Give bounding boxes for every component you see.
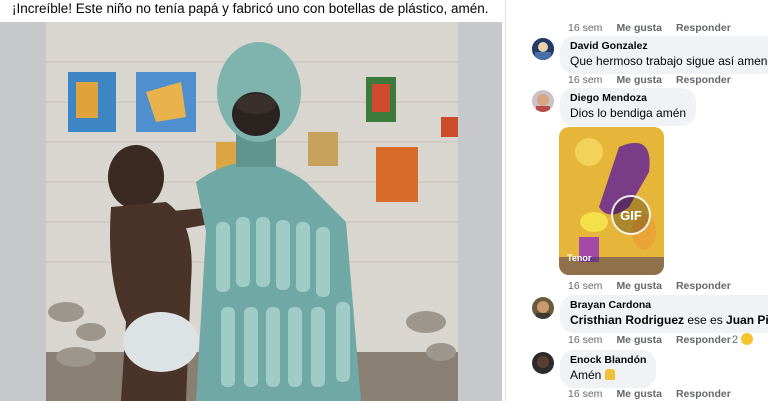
like-link[interactable]: Me gusta: [616, 388, 662, 400]
avatar-image: [532, 38, 554, 60]
comment-bubble: Brayan Cardona Cristhian Rodriguez ese e…: [560, 295, 768, 333]
comment-text-middle: ese es: [684, 313, 727, 327]
comment-actions: 16 sem Me gusta Responder: [568, 22, 745, 34]
comment-time[interactable]: 16 sem: [568, 334, 602, 346]
gif-badge: GIF: [611, 195, 651, 235]
avatar-image: [532, 352, 554, 374]
comment-actions: 16 sem Me gusta Responder: [568, 334, 745, 346]
comment-time[interactable]: 16 sem: [568, 280, 602, 292]
avatar[interactable]: [532, 352, 554, 374]
reply-link[interactable]: Responder: [676, 334, 731, 346]
mention-link[interactable]: Juan Pino: [726, 313, 768, 327]
comment-actions: 16 sem Me gusta Responder: [568, 388, 745, 400]
comment-actions: 16 sem Me gusta Responder: [568, 74, 745, 86]
avatar-image: [532, 297, 554, 319]
comment-bubble: Enock Blandón Amén: [560, 350, 657, 388]
comment-text: Que hermoso trabajo sigue así amen: [570, 54, 768, 68]
mention-link[interactable]: Cristhian Rodriguez: [570, 313, 684, 327]
avatar[interactable]: [532, 297, 554, 319]
reaction-summary[interactable]: 2: [732, 333, 754, 346]
comment-author[interactable]: David Gonzalez: [570, 40, 767, 53]
comment-time[interactable]: 16 sem: [568, 388, 602, 400]
like-link[interactable]: Me gusta: [616, 74, 662, 86]
avatar[interactable]: [532, 90, 554, 112]
post-caption: ¡Increíble! Este niño no tenía papá y fa…: [12, 1, 489, 16]
comment-time[interactable]: 16 sem: [568, 22, 602, 34]
comment-text: Amén: [570, 367, 646, 383]
comment-author[interactable]: Diego Mendoza: [570, 92, 686, 105]
facebook-post-viewer: ¡Increíble! Este niño no tenía papá y fa…: [0, 0, 768, 401]
post-panel: ¡Increíble! Este niño no tenía papá y fa…: [0, 0, 505, 401]
reply-link[interactable]: Responder: [676, 22, 731, 34]
praying-hands-icon: [604, 369, 615, 380]
comment-bubble: Diego Mendoza Dios lo bendiga amén: [560, 88, 697, 126]
comment-author[interactable]: Enock Blandón: [570, 354, 646, 367]
comments-panel: 16 sem Me gusta Responder David Gonzalez Q…: [506, 0, 768, 401]
reaction-count: 2: [732, 334, 739, 346]
like-link[interactable]: Me gusta: [616, 22, 662, 34]
laughing-emoji-icon: [741, 333, 754, 345]
comment-text: Dios lo bendiga amén: [570, 106, 687, 120]
avatar[interactable]: [532, 38, 554, 60]
bottle-statue-photo: [46, 22, 458, 401]
comment-gif[interactable]: GIF Tenor: [559, 127, 664, 275]
reply-link[interactable]: Responder: [676, 280, 731, 292]
post-media[interactable]: [0, 22, 502, 401]
reply-link[interactable]: Responder: [676, 74, 731, 86]
like-link[interactable]: Me gusta: [616, 280, 662, 292]
gif-provider-label: Tenor: [567, 253, 592, 263]
reply-link[interactable]: Responder: [676, 388, 731, 400]
comment-bubble: David Gonzalez Que hermoso trabajo sigue…: [560, 36, 768, 74]
avatar-image: [532, 90, 554, 112]
comment-actions: 16 sem Me gusta Responder: [568, 280, 745, 292]
post-photo[interactable]: [46, 22, 458, 401]
like-link[interactable]: Me gusta: [616, 334, 662, 346]
comment-time[interactable]: 16 sem: [568, 74, 602, 86]
comment-author[interactable]: Brayan Cardona: [570, 299, 768, 312]
comment-text: Cristhian Rodriguez ese es Juan Pino: [570, 312, 768, 328]
